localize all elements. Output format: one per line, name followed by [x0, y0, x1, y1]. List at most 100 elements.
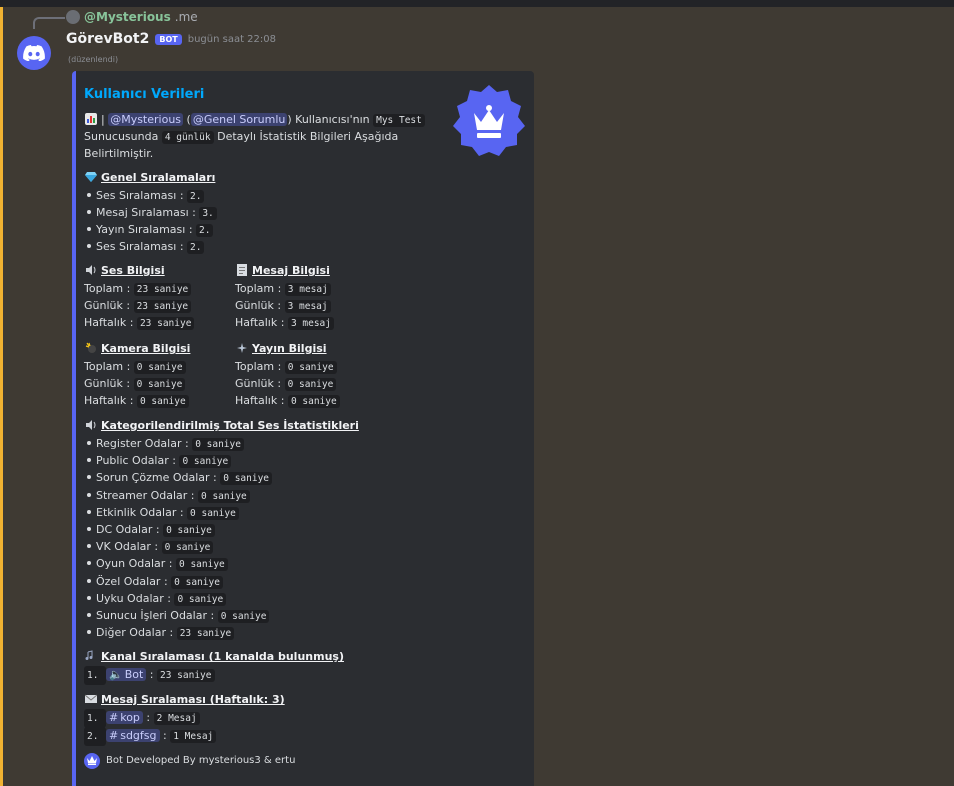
role-mention[interactable]: @Genel Sorumlu	[190, 113, 288, 126]
embed-title: Kullanıcı Verileri	[84, 87, 205, 102]
speaker-icon	[84, 264, 97, 276]
stat-value: 23 saniye	[133, 283, 192, 296]
stat-label: Haftalık :	[84, 316, 134, 329]
channel-name[interactable]: sdgfsg	[120, 729, 156, 742]
category-label: Register Odalar :	[96, 437, 189, 450]
channel-name[interactable]: Bot	[125, 668, 144, 681]
intro-text-b: Sunucusunda	[84, 130, 159, 143]
category-item: Oyun Odalar : 0 saniye	[84, 555, 228, 573]
speaker-icon	[84, 419, 97, 431]
category-label: Etkinlik Odalar :	[96, 505, 184, 519]
channel-ranking-item: 1. 🔈 Bot : 23 saniye	[84, 666, 215, 685]
stat-value: 0 saniye	[133, 378, 186, 391]
stat-value: 0 saniye	[133, 361, 186, 374]
embed-footer: Bot Developed By mysterious3 & ertu	[84, 752, 295, 769]
sparkles-icon	[235, 342, 248, 354]
bullet-dot	[87, 441, 91, 445]
stat-label: Toplam :	[84, 282, 131, 295]
bullet-dot	[87, 613, 91, 617]
server-name-code: Mys Test	[373, 114, 425, 127]
category-value: 0 saniye	[163, 524, 215, 537]
user-mention[interactable]: @Mysterious	[108, 113, 184, 126]
text-channel-icon: #	[109, 711, 119, 724]
channel-ranking-title: Kanal Sıralaması (1 kanalda bulunmuş)	[101, 650, 344, 663]
reply-connector	[33, 17, 65, 29]
camera-info-row: Toplam : 0 saniye	[84, 358, 186, 376]
stat-label: Toplam :	[84, 360, 131, 373]
general-ranking-item: Yayın Sıralaması : 2.	[84, 221, 214, 239]
bot-username[interactable]: GörevBot2	[66, 31, 149, 47]
reply-avatar-icon[interactable]	[66, 10, 80, 24]
categorized-heading: Kategorilendirilmiş Total Ses İstatistik…	[84, 417, 359, 434]
voice-info-row: Toplam : 23 saniye	[84, 280, 192, 298]
message-info-title: Mesaj Bilgisi	[252, 264, 330, 277]
stat-label: Haftalık :	[84, 394, 134, 407]
message-timestamp[interactable]: bugün saat 22:08	[188, 34, 276, 45]
category-label: VK Odalar :	[96, 540, 159, 554]
bullet-dot	[87, 193, 91, 197]
stat-value: 0 saniye	[287, 395, 340, 408]
reply-text[interactable]: .me	[175, 10, 198, 24]
bot-avatar[interactable]	[17, 36, 51, 70]
general-ranking-item: Mesaj Sıralaması : 3.	[84, 204, 217, 222]
bar-chart-icon	[84, 113, 97, 125]
stat-label: Toplam :	[235, 360, 282, 373]
general-rankings-heading: Genel Sıralamaları	[84, 169, 215, 186]
rank-sep: :	[146, 711, 151, 724]
stream-info-heading: Yayın Bilgisi	[235, 340, 327, 357]
channel-mention[interactable]: 🔈 Bot	[106, 668, 147, 681]
embed-card: Kullanıcı Verileri | @Mysterious (@Genel…	[72, 71, 534, 786]
message-header: GörevBot2 BOT bugün saat 22:08	[66, 31, 276, 47]
category-item: DC Odalar : 0 saniye	[84, 521, 215, 539]
camera-info-title: Kamera Bilgisi	[101, 342, 191, 355]
crown-footer-icon	[84, 752, 100, 769]
category-value: 0 saniye	[198, 489, 250, 503]
category-label: DC Odalar :	[96, 523, 160, 536]
message-ranking-title: Mesaj Sıralaması (Haftalık: 3)	[101, 693, 285, 706]
category-item: Diğer Odalar : 23 saniye	[84, 624, 235, 642]
category-item: Etkinlik Odalar : 0 saniye	[84, 504, 239, 522]
bullet-dot	[87, 492, 91, 497]
crown-badge-icon[interactable]	[450, 83, 528, 161]
category-label: Uyku Odalar :	[96, 591, 171, 605]
stat-label: Günlük :	[235, 299, 282, 312]
category-value: 0 saniye	[217, 610, 270, 623]
channel-ranking-heading: Kanal Sıralaması (1 kanalda bulunmuş)	[84, 648, 344, 665]
discord-logo-icon	[23, 45, 45, 61]
bullet-dot	[87, 630, 91, 635]
rank-number: 1.	[84, 709, 106, 728]
stat-label: Haftalık :	[235, 394, 285, 407]
reply-preview[interactable]: @Mysterious .me	[66, 10, 198, 24]
channel-name[interactable]: kop	[120, 711, 140, 724]
category-item: Sorun Çözme Odalar : 0 saniye	[84, 469, 273, 487]
bullet-dot	[87, 527, 91, 531]
stream-info-title: Yayın Bilgisi	[252, 342, 327, 355]
category-item: Streamer Odalar : 0 saniye	[84, 487, 250, 505]
stream-info-row: Haftalık : 0 saniye	[235, 392, 340, 410]
reply-author[interactable]: @Mysterious	[84, 10, 171, 24]
stat-label: Günlük :	[84, 377, 131, 390]
rank-value: 2 Mesaj	[153, 712, 200, 725]
stat-value: 0 saniye	[284, 378, 337, 391]
channel-mention[interactable]: # sdgfsg	[106, 729, 160, 742]
bullet-dot	[87, 244, 91, 248]
rank-number: 2.	[84, 727, 106, 746]
category-item: Public Odalar : 0 saniye	[84, 452, 232, 470]
bot-tag: BOT	[155, 33, 182, 45]
category-value: 0 saniye	[176, 558, 228, 572]
category-item: Özel Odalar : 0 saniye	[84, 573, 223, 591]
ranking-label: Mesaj Sıralaması :	[96, 206, 196, 219]
intro-text-a: ) Kullanıcısı'nın	[287, 113, 370, 126]
bullet-dot	[87, 509, 91, 514]
voice-info-row: Günlük : 23 saniye	[84, 297, 192, 315]
gem-icon	[84, 171, 97, 183]
message-info-row: Günlük : 3 mesaj	[235, 297, 331, 315]
category-value: 0 saniye	[161, 541, 214, 555]
intro-line-3: Belirtilmiştir.	[84, 147, 154, 160]
category-value: 0 saniye	[174, 592, 227, 606]
channel-mention[interactable]: # kop	[106, 711, 143, 724]
category-value: 23 saniye	[176, 627, 235, 641]
ranking-value: 2.	[187, 241, 205, 254]
stat-value: 23 saniye	[136, 317, 195, 330]
rank-sep: :	[149, 668, 154, 681]
